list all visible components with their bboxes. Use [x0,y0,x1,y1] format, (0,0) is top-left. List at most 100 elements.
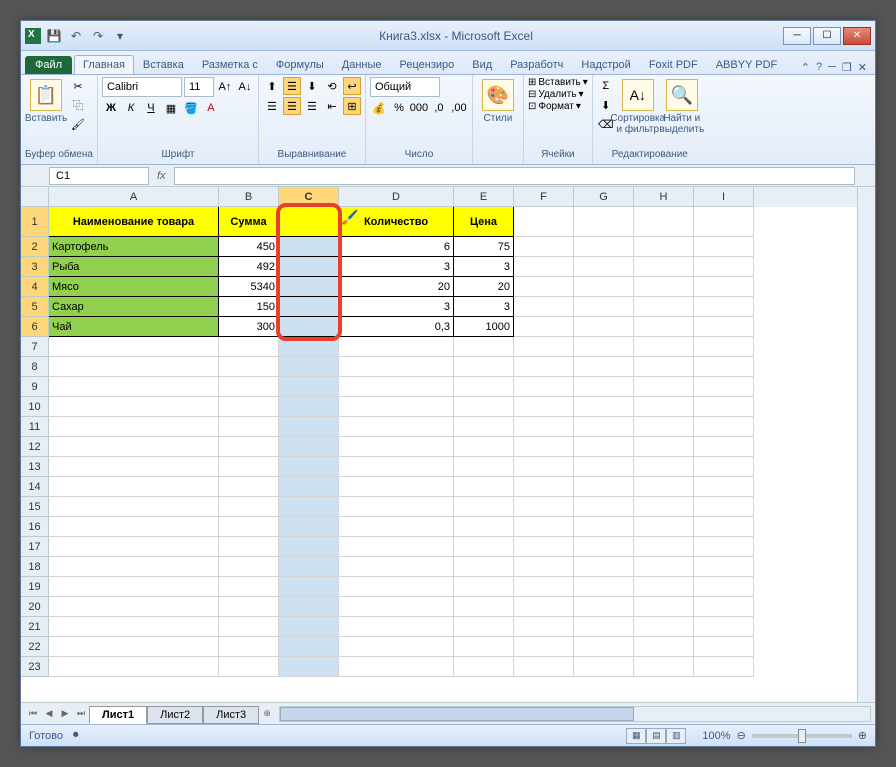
cell-C16[interactable] [279,517,339,537]
cell-I7[interactable] [694,337,754,357]
align-left-button[interactable]: ☰ [263,97,281,115]
macro-rec-icon[interactable]: ⏺ [73,729,79,742]
currency-button[interactable]: 💰 [370,99,388,117]
cell-H18[interactable] [634,557,694,577]
cell-I18[interactable] [694,557,754,577]
cell-E4[interactable]: 20 [454,277,514,297]
row-header-23[interactable]: 23 [21,657,49,677]
cell-B16[interactable] [219,517,279,537]
indent-dec-button[interactable]: ⇤ [323,97,341,115]
cell-E12[interactable] [454,437,514,457]
cell-B22[interactable] [219,637,279,657]
cell-H23[interactable] [634,657,694,677]
insert-cells-button[interactable]: ⊞ Вставить ▾ [528,77,588,88]
format-cells-button[interactable]: ⊡ Формат ▾ [528,101,581,112]
cell-A16[interactable] [49,517,219,537]
cell-I2[interactable] [694,237,754,257]
inc-decimal-button[interactable]: ,0 [430,99,448,117]
cell-F1[interactable] [514,207,574,237]
cell-C13[interactable] [279,457,339,477]
italic-button[interactable]: К [122,99,140,117]
cell-B17[interactable] [219,537,279,557]
cell-B23[interactable] [219,657,279,677]
cell-H9[interactable] [634,377,694,397]
align-bottom-button[interactable]: ⬇ [303,77,321,95]
row-header-8[interactable]: 8 [21,357,49,377]
number-format-select[interactable]: Общий [370,77,440,97]
cell-E21[interactable] [454,617,514,637]
col-header-F[interactable]: F [514,187,574,207]
col-header-I[interactable]: I [694,187,754,207]
cell-C6[interactable] [279,317,339,337]
cell-H22[interactable] [634,637,694,657]
cell-F16[interactable] [514,517,574,537]
sheet-tab-0[interactable]: Лист1 [89,706,147,724]
cell-D19[interactable] [339,577,454,597]
underline-button[interactable]: Ч [142,99,160,117]
cell-G9[interactable] [574,377,634,397]
cell-A11[interactable] [49,417,219,437]
bold-button[interactable]: Ж [102,99,120,117]
row-header-21[interactable]: 21 [21,617,49,637]
percent-button[interactable]: % [390,99,408,117]
cell-F4[interactable] [514,277,574,297]
cell-G20[interactable] [574,597,634,617]
fx-icon[interactable]: fx [157,170,166,182]
cell-E3[interactable]: 3 [454,257,514,277]
cell-B4[interactable]: 5340 [219,277,279,297]
row-header-7[interactable]: 7 [21,337,49,357]
cell-H8[interactable] [634,357,694,377]
cell-E15[interactable] [454,497,514,517]
row-header-6[interactable]: 6 [21,317,49,337]
zoom-out-button[interactable]: ⊖ [737,729,746,742]
cell-H19[interactable] [634,577,694,597]
cell-E22[interactable] [454,637,514,657]
align-top-button[interactable]: ⬆ [263,77,281,95]
cell-G17[interactable] [574,537,634,557]
cell-A12[interactable] [49,437,219,457]
cell-A3[interactable]: Рыба [49,257,219,277]
cell-B7[interactable] [219,337,279,357]
font-color-button[interactable]: A [202,99,220,117]
cell-I17[interactable] [694,537,754,557]
row-header-10[interactable]: 10 [21,397,49,417]
cell-H3[interactable] [634,257,694,277]
vertical-scrollbar[interactable] [857,187,875,702]
wrap-text-button[interactable]: ↩ [343,77,361,95]
cell-C18[interactable] [279,557,339,577]
cell-E6[interactable]: 1000 [454,317,514,337]
mdi-close-icon[interactable]: ✕ [858,61,867,74]
cell-G11[interactable] [574,417,634,437]
col-header-E[interactable]: E [454,187,514,207]
cell-F19[interactable] [514,577,574,597]
cell-F23[interactable] [514,657,574,677]
cell-H2[interactable] [634,237,694,257]
cell-A9[interactable] [49,377,219,397]
mdi-restore-icon[interactable]: ❐ [842,61,852,74]
cell-B9[interactable] [219,377,279,397]
cell-A1[interactable]: Наименование товара [49,207,219,237]
cell-E23[interactable] [454,657,514,677]
cell-D16[interactable] [339,517,454,537]
border-button[interactable]: ▦ [162,99,180,117]
cell-A10[interactable] [49,397,219,417]
cell-B21[interactable] [219,617,279,637]
cell-F15[interactable] [514,497,574,517]
row-header-3[interactable]: 3 [21,257,49,277]
page-layout-button[interactable]: ▤ [646,728,666,744]
cell-F9[interactable] [514,377,574,397]
cell-D20[interactable] [339,597,454,617]
grow-font-button[interactable]: A↑ [216,78,234,96]
cell-E9[interactable] [454,377,514,397]
cell-A22[interactable] [49,637,219,657]
cell-D4[interactable]: 20 [339,277,454,297]
close-button[interactable]: ✕ [843,27,871,45]
font-size-select[interactable]: 11 [184,77,214,97]
align-right-button[interactable]: ☰ [303,97,321,115]
cell-A8[interactable] [49,357,219,377]
cell-B1[interactable]: Сумма [219,207,279,237]
format-painter-button[interactable]: 🖌 [69,115,87,133]
cell-G14[interactable] [574,477,634,497]
cell-C2[interactable] [279,237,339,257]
cell-I1[interactable] [694,207,754,237]
